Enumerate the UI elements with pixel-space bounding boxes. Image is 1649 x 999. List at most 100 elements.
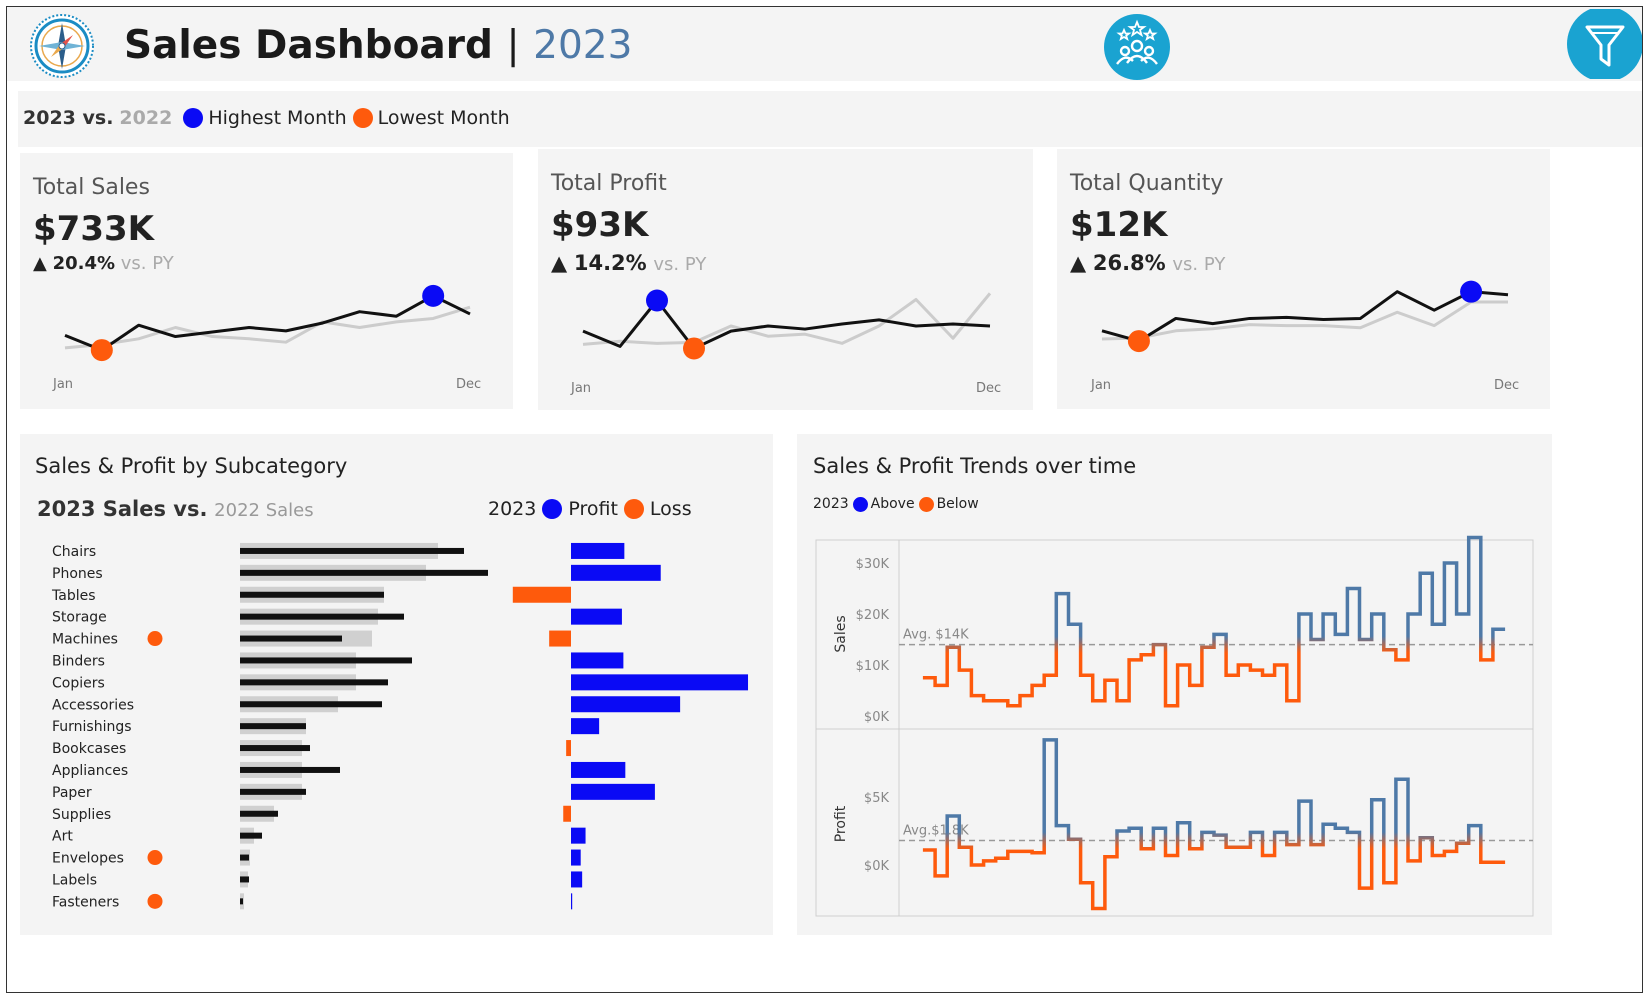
subcategory-label: Fasteners <box>52 894 119 910</box>
kpi-value: $733K <box>33 209 154 249</box>
legend-content: 2023 vs. 2022 Highest Month Lowest Month <box>23 107 510 129</box>
sales-header-light: 2022 Sales <box>214 500 314 521</box>
loss-bar <box>566 740 571 757</box>
prior-year-line <box>64 305 471 350</box>
header-bar: Sales Dashboard | 2023 <box>7 7 1642 81</box>
kpi-change: 26.8% <box>1092 251 1166 275</box>
axis-tick-label: $0K <box>864 859 890 874</box>
subcategory-chart: Chairs Phones Tables Storage Machines Binders… <box>51 542 749 910</box>
kpi-card-sales: Total Sales $733K ▲ 20.4% vs. PY Jan Dec <box>20 153 513 409</box>
kpi-title: Total Quantity <box>1070 171 1224 196</box>
loss-bar <box>563 805 571 822</box>
kpi-card-quantity: Total Quantity $12K ▲ 26.8% vs. PY Jan D… <box>1057 149 1550 409</box>
below-label: Below <box>936 496 979 512</box>
profit-bar <box>571 564 661 581</box>
lowest-month-marker <box>1127 330 1150 353</box>
subcategory-label: Chairs <box>52 544 96 560</box>
subcategory-label: Envelopes <box>52 851 124 867</box>
legend-bar: 2023 vs. 2022 Highest Month Lowest Month <box>18 91 1642 147</box>
subcategory-label: Tables <box>51 588 96 604</box>
subcategory-label: Binders <box>52 653 105 669</box>
subcategory-label: Supplies <box>52 807 111 823</box>
filter-icon[interactable] <box>1565 9 1642 79</box>
axis-tick-label: $5K <box>864 791 890 806</box>
highest-dot <box>183 108 204 128</box>
title-text: Sales Dashboard <box>124 23 493 68</box>
trends-legend-year: 2023 <box>813 496 849 512</box>
highest-month-marker <box>1460 280 1483 303</box>
kpi-change-row: ▲ 14.2% vs. PY <box>551 251 706 275</box>
kpi-change-row: ▲ 26.8% vs. PY <box>1070 251 1225 275</box>
kpi-x-start: Jan <box>571 381 592 396</box>
dashboard-frame: Sales Dashboard | 2023 2023 vs. 2022 Hig… <box>6 6 1643 993</box>
prior-year-line <box>1101 300 1508 341</box>
sales-2023-bar <box>240 876 249 883</box>
kpi-sparkline <box>1101 280 1509 353</box>
flag-dot <box>147 893 163 909</box>
subcategory-label: Bookcases <box>52 741 126 757</box>
average-label: Avg. $14K <box>903 628 969 643</box>
sales-2023-bar <box>240 569 488 576</box>
kpi-vs-label: vs. PY <box>120 253 174 274</box>
profit-bar <box>571 542 625 559</box>
kpi-sparkline <box>582 289 992 360</box>
axis-tick-label: $30K <box>856 557 890 572</box>
kpi-sparkline <box>64 284 471 362</box>
sales-header: 2023 Sales vs. 2022 Sales <box>37 497 314 521</box>
sales-2023-bar <box>240 745 310 752</box>
subcategory-label: Labels <box>52 872 97 888</box>
profit-bar <box>571 761 626 778</box>
kpi-card-profit: Total Profit $93K ▲ 14.2% vs. PY Jan Dec <box>538 149 1033 410</box>
profit-bar <box>571 696 681 713</box>
subcategory-label: Art <box>52 829 73 845</box>
axis-tick-label: $0K <box>864 710 890 725</box>
flag-dot <box>147 850 163 866</box>
kpi-up-arrow: ▲ <box>1070 251 1087 275</box>
subcategory-label: Phones <box>52 566 103 582</box>
subcategory-label: Furnishings <box>52 719 132 735</box>
profit-bar <box>571 783 655 800</box>
title-separator: | <box>506 23 520 68</box>
trends-chart: Sales Profit $0K $10K $20K $30K Avg. $14K $0K $5… <box>815 535 1534 917</box>
kpi-title: Total Profit <box>551 171 667 196</box>
sales-2023-bar <box>240 766 340 773</box>
above-dot <box>852 496 868 512</box>
profit-bar <box>571 608 622 625</box>
profit-bar <box>571 674 749 691</box>
lowest-month-marker <box>683 337 705 360</box>
team-stars-icon[interactable] <box>1103 13 1171 81</box>
profit-bar <box>571 652 624 669</box>
sales-2023-bar <box>240 679 388 686</box>
kpi-up-arrow: ▲ <box>551 251 568 275</box>
legend-prior-label: 2022 <box>119 107 173 129</box>
sales-2023-bar <box>240 788 306 795</box>
sales-header-bold: 2023 Sales vs. <box>37 497 208 521</box>
profit-label: Profit <box>568 498 618 520</box>
subcategory-label: Paper <box>52 785 92 801</box>
sales-2023-bar <box>240 898 243 905</box>
subcategory-label: Machines <box>52 632 118 648</box>
kpi-x-start: Jan <box>53 377 74 392</box>
sales-2023-bar <box>240 701 382 708</box>
trends-legend: 2023 Above Below <box>813 496 979 512</box>
profit-header-year: 2023 <box>488 498 537 520</box>
lowest-month-marker <box>90 339 113 362</box>
kpi-x-end: Dec <box>456 377 482 392</box>
loss-label: Loss <box>649 498 692 520</box>
profit-step-line <box>922 738 1506 911</box>
kpi-change: 20.4% <box>52 253 116 274</box>
kpi-value: $93K <box>551 205 649 245</box>
highest-month-marker <box>422 284 445 307</box>
profit-bar <box>571 827 586 844</box>
subcategory-panel: Sales & Profit by Subcategory 2023 Sales… <box>20 434 773 935</box>
loss-dot <box>623 499 644 519</box>
sales-2023-bar <box>240 657 412 664</box>
profit-axis-label: Profit <box>833 805 849 842</box>
title-year: 2023 <box>533 23 633 68</box>
legend-lowest-label: Lowest Month <box>377 107 510 129</box>
legend-current-label: 2023 vs. <box>23 107 114 129</box>
axis-tick-label: $20K <box>856 608 890 623</box>
sales-2023-bar <box>240 810 278 817</box>
flag-dot <box>147 631 163 647</box>
below-dot <box>918 496 934 512</box>
